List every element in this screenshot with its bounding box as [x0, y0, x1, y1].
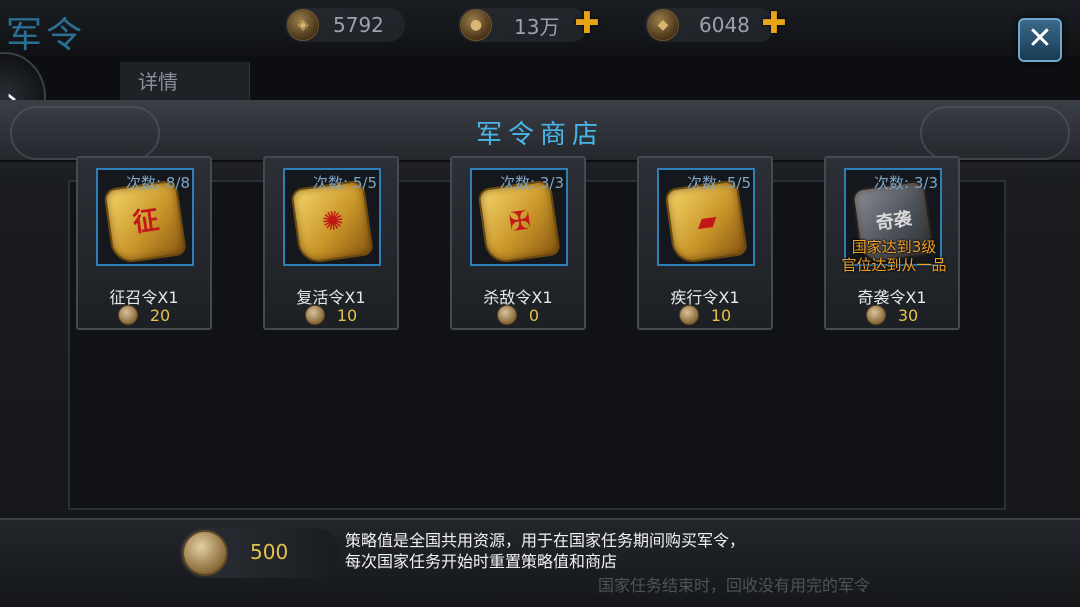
gold-ingot-icon: ◆ — [647, 9, 679, 41]
resource-value: 5792 — [333, 13, 384, 37]
item-price: 20 — [78, 304, 210, 326]
item-slot: 征 次数: 8/8 — [96, 168, 194, 266]
item-count: 次数: 3/3 — [500, 174, 564, 192]
shop-title: 军令商店 — [475, 120, 604, 150]
shop-item-kill-order[interactable]: ✠ 次数: 3/3 杀敌令X1 0 — [450, 156, 586, 330]
balance-value: 500 — [250, 540, 289, 564]
copper-coin-icon: ● — [460, 9, 492, 41]
strategy-coin-icon — [117, 305, 138, 325]
strategy-balance: 500 — [180, 528, 340, 578]
item-slot: ▰ 次数: 5/5 — [657, 168, 755, 266]
lock-requirement: 国家达到3级 官位达到从一品 — [841, 238, 947, 274]
resource-strategy: ◈ 5792 — [285, 8, 405, 42]
strategy-description: 策略值是全国共用资源，用于在国家任务期间购买军令， 每次国家任务开始时重置策略值… — [345, 531, 746, 571]
resource-value: 13万 — [514, 14, 560, 39]
resource-value: 6048 — [699, 13, 750, 37]
strategy-coin-icon — [865, 305, 886, 325]
top-resource-bar: 军令 ◈ 5792 ● 13万 ✚ ◆ 6048 ✚ — [0, 0, 1080, 56]
item-price: 0 — [452, 304, 584, 326]
item-count: 次数: 3/3 — [874, 174, 938, 192]
item-count: 次数: 5/5 — [687, 174, 751, 192]
shop-item-march-order[interactable]: ▰ 次数: 5/5 疾行令X1 10 — [637, 156, 773, 330]
underlay-text: 国家任务结束时，回收没有用完的军令 — [598, 576, 871, 595]
item-count: 次数: 8/8 — [126, 174, 190, 192]
item-slot: ✺ 次数: 5/5 — [283, 168, 381, 266]
shop-header: 军令商店 — [0, 102, 1080, 162]
item-count: 次数: 5/5 — [313, 174, 377, 192]
tab-details[interactable]: 详情 — [120, 62, 250, 102]
add-gold-button[interactable]: ✚ — [759, 9, 789, 40]
page-title: 军令 — [6, 15, 87, 56]
resource-gold: ◆ 6048 ✚ — [645, 8, 787, 42]
footer-bar: 500 策略值是全国共用资源，用于在国家任务期间购买军令， 每次国家任务开始时重… — [0, 518, 1080, 607]
strategy-coin-icon — [496, 305, 517, 325]
strategy-coin-icon — [304, 305, 325, 325]
close-button[interactable]: ✕ — [1018, 18, 1062, 62]
item-price: 10 — [265, 304, 397, 326]
shop-item-conscript-order[interactable]: 征 次数: 8/8 征召令X1 20 — [76, 156, 212, 330]
add-copper-button[interactable]: ✚ — [572, 9, 602, 40]
strategy-coin-icon — [182, 530, 228, 576]
shop-item-revive-order[interactable]: ✺ 次数: 5/5 复活令X1 10 — [263, 156, 399, 330]
strategy-coin-icon — [678, 305, 699, 325]
item-price: 30 — [826, 304, 958, 326]
shop-item-raid-order[interactable]: 奇袭 次数: 3/3 国家达到3级 官位达到从一品 奇袭令X1 30 — [824, 156, 960, 330]
resource-copper: ● 13万 ✚ — [458, 8, 600, 42]
strategy-coin-icon: ◈ — [287, 9, 319, 41]
item-slot: ✠ 次数: 3/3 — [470, 168, 568, 266]
item-price: 10 — [639, 304, 771, 326]
